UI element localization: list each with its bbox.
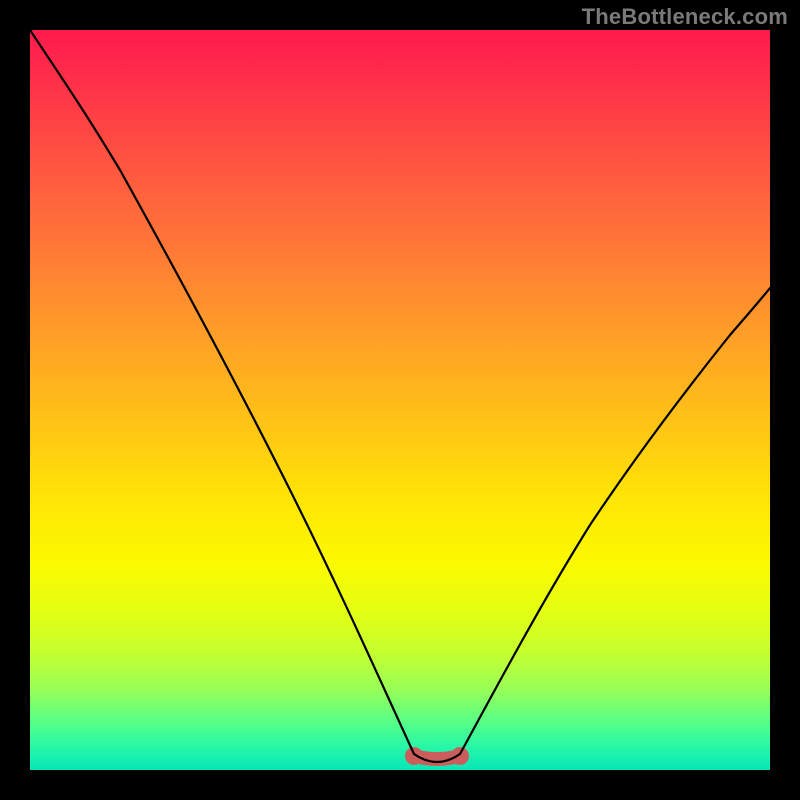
chart-svg xyxy=(30,30,770,770)
bottleneck-curve-line xyxy=(30,30,770,762)
trough-end-dot xyxy=(451,747,469,765)
trough-start-dot xyxy=(405,747,423,765)
plot-area xyxy=(30,30,770,770)
watermark-text: TheBottleneck.com xyxy=(582,4,788,30)
chart-frame: TheBottleneck.com xyxy=(0,0,800,800)
